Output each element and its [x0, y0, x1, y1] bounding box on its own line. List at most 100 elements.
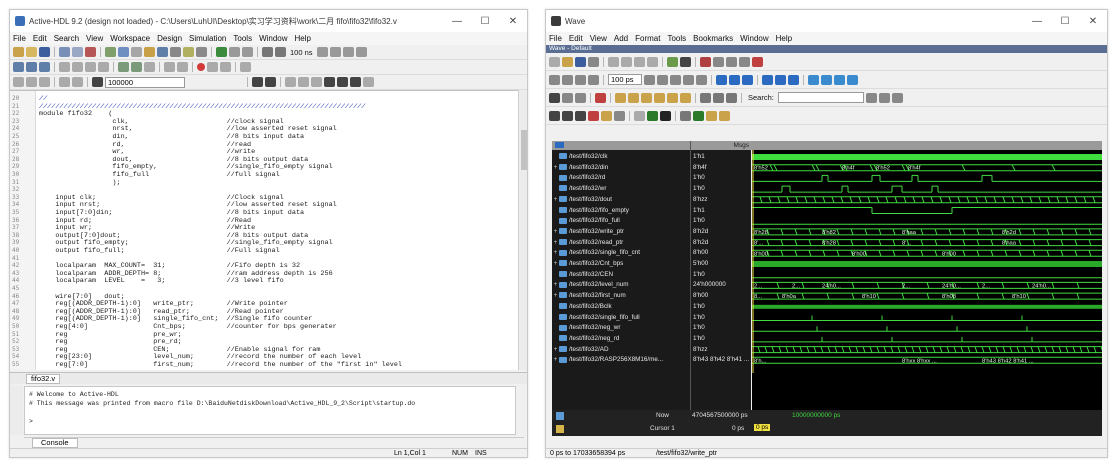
signal-row[interactable]: + /test/fifo32/RASP256X8M16/me... — [552, 355, 690, 365]
wave-expand-icon[interactable] — [752, 56, 763, 67]
wave-step-back-icon[interactable] — [762, 74, 773, 85]
wave-run-all-icon[interactable] — [670, 74, 681, 85]
wave-zoom-icon[interactable] — [713, 56, 724, 67]
binoculars-icon[interactable] — [92, 77, 103, 87]
toolbar-extra-icon[interactable] — [240, 62, 251, 72]
wave-menu-view[interactable]: View — [590, 34, 607, 43]
wave-forward-icon[interactable] — [588, 74, 599, 85]
wave-cursor-icon[interactable] — [739, 56, 750, 67]
block-diagram-icon[interactable] — [131, 47, 142, 57]
wave-close-button[interactable]: ✕ — [1079, 16, 1107, 27]
bookmark-icon[interactable] — [118, 62, 129, 72]
waveform-icon[interactable] — [157, 47, 168, 57]
bulb-icon[interactable] — [183, 47, 194, 57]
editor-scrollbar[interactable] — [518, 90, 527, 370]
signal-row[interactable]: + /test/fifo32/din — [552, 163, 690, 173]
wave-minimize-button[interactable]: — — [1023, 16, 1051, 27]
wave-zoom-mode-icon[interactable] — [562, 92, 573, 103]
open-folder-icon[interactable] — [26, 47, 37, 57]
wave-edge-3-icon[interactable] — [641, 92, 652, 103]
signal-row[interactable]: /test/fifo32/single_fifo_full — [552, 313, 690, 323]
wave-layout-4-icon[interactable] — [847, 74, 858, 85]
end-sim-icon[interactable] — [355, 47, 367, 57]
wave-run-icon[interactable] — [644, 74, 655, 85]
wave-layout-2-icon[interactable] — [821, 74, 832, 85]
menu-simulation[interactable]: Simulation — [189, 34, 226, 43]
wave-edge-6-icon[interactable] — [680, 92, 691, 103]
column-mode-icon[interactable] — [164, 62, 175, 72]
wave-zoom-cursor-icon[interactable] — [588, 110, 599, 121]
wave-edit-mode-icon[interactable] — [575, 92, 586, 103]
undo-icon[interactable] — [59, 77, 70, 87]
state-diagram-icon[interactable] — [144, 47, 155, 57]
menu-design[interactable]: Design — [157, 34, 182, 43]
step-over-icon[interactable] — [329, 47, 341, 57]
signal-row[interactable]: /test/fifo32/CEN — [552, 270, 690, 280]
menu-view[interactable]: View — [86, 34, 103, 43]
wave-format-3-icon[interactable] — [660, 110, 671, 121]
wave-compare-icon[interactable] — [726, 56, 737, 67]
wave-format-2-icon[interactable] — [647, 110, 658, 121]
restart-icon[interactable] — [229, 47, 240, 57]
cut-icon[interactable] — [13, 77, 24, 87]
break-icon[interactable] — [342, 47, 354, 57]
run-for-icon[interactable] — [262, 47, 273, 57]
wave-undo-icon[interactable] — [647, 56, 658, 67]
wave-copy-icon[interactable] — [621, 56, 632, 67]
wave-sim-icon[interactable] — [549, 74, 560, 85]
wave-paste-icon[interactable] — [634, 56, 645, 67]
wave-new-icon[interactable] — [549, 56, 560, 67]
signal-row[interactable]: + /test/fifo32/AD — [552, 345, 690, 355]
comment-icon[interactable] — [85, 62, 96, 72]
wave-format-6-icon[interactable] — [706, 110, 717, 121]
uncomment-icon[interactable] — [98, 62, 109, 72]
tab-console[interactable]: Console — [32, 438, 78, 448]
wave-stop-icon[interactable] — [696, 74, 707, 85]
menu-tools[interactable]: Tools — [233, 34, 252, 43]
wave-menu-edit[interactable]: Edit — [569, 34, 583, 43]
wave-menu-window[interactable]: Window — [740, 34, 768, 43]
signal-row[interactable]: + /test/fifo32/first_num — [552, 291, 690, 301]
wave-edge-4-icon[interactable] — [654, 92, 665, 103]
expand-icon[interactable]: + — [552, 291, 559, 301]
wave-search-input[interactable] — [777, 92, 864, 103]
cursor-marker[interactable]: 0 ps — [754, 424, 771, 431]
wave-zoom-range-icon[interactable] — [601, 110, 612, 121]
wave-format-5-icon[interactable] — [693, 110, 704, 121]
wave-menu-add[interactable]: Add — [614, 34, 628, 43]
scrollbar-thumb[interactable] — [521, 130, 527, 170]
wave-zoom-full-icon[interactable] — [575, 110, 586, 121]
signal-values-column[interactable]: Msgs 1'h1 8'h4f 1'h0 1'h0 8'hzz 1'h1 1'h0 8'h2d… — [690, 141, 752, 436]
wave-time-field[interactable]: 100 ps — [608, 74, 642, 85]
compile-all-icon[interactable] — [118, 47, 129, 57]
wave-back-icon[interactable] — [575, 74, 586, 85]
run-until-icon[interactable] — [275, 47, 286, 57]
zoom-fit-icon[interactable] — [350, 77, 361, 87]
find-in-files-icon[interactable] — [285, 77, 296, 87]
wave-tool-icon[interactable] — [363, 77, 374, 87]
wave-select-icon[interactable] — [549, 92, 560, 103]
wave-zoom-out-icon[interactable] — [562, 110, 573, 121]
wave-menu-tools[interactable]: Tools — [667, 34, 686, 43]
wave-add-icon[interactable] — [667, 56, 678, 67]
signal-row[interactable]: + /test/fifo32/level_num — [552, 280, 690, 290]
wave-step-back-out-icon[interactable] — [788, 74, 799, 85]
expand-icon[interactable]: + — [552, 355, 559, 365]
wave-open-icon[interactable] — [562, 56, 573, 67]
signal-row[interactable]: /test/fifo32/clk — [552, 152, 690, 162]
wrap-icon[interactable] — [177, 62, 188, 72]
wave-layout-3-icon[interactable] — [834, 74, 845, 85]
step-icon[interactable] — [242, 47, 253, 57]
console-prompt[interactable]: > — [29, 417, 511, 426]
copy-icon[interactable] — [26, 77, 37, 87]
wave-restart-icon[interactable] — [562, 74, 573, 85]
language-assistant-icon[interactable] — [39, 62, 50, 72]
wave-menu-help[interactable]: Help — [776, 34, 792, 43]
replace-icon[interactable] — [298, 77, 309, 87]
wave-menu-format[interactable]: Format — [635, 34, 660, 43]
time-spin-icon[interactable] — [316, 47, 328, 57]
menu-file[interactable]: File — [13, 34, 26, 43]
signal-row[interactable]: /test/fifo32/fifo_empty — [552, 206, 690, 216]
wave-layout-icon[interactable] — [808, 74, 819, 85]
run-icon[interactable] — [216, 47, 227, 57]
